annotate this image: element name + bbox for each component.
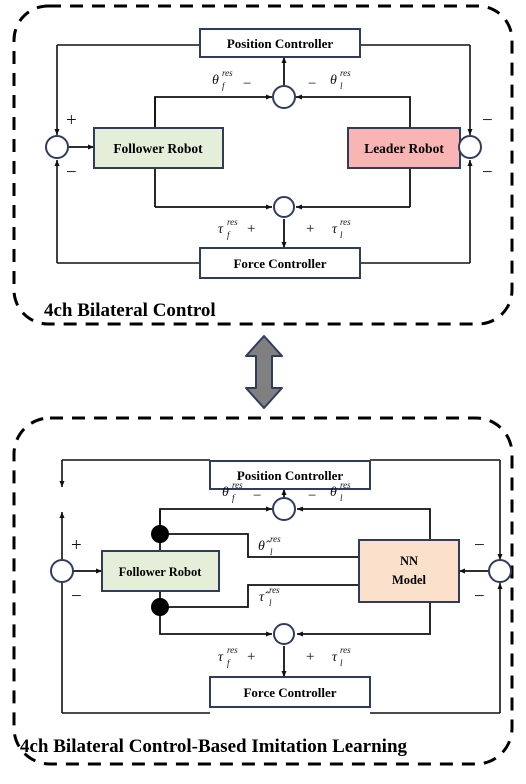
svg-text:θ: θ bbox=[330, 485, 337, 500]
top-left-sum-sign-bottom: − bbox=[66, 162, 77, 183]
svg-text:res: res bbox=[340, 480, 351, 490]
bottom-signal-theta-l-hat: θ̂ l res bbox=[258, 534, 281, 557]
bottom-follower-robot[interactable]: Follower Robot bbox=[101, 550, 220, 592]
bottom-nn-model[interactable]: NN Model bbox=[358, 539, 460, 603]
svg-text:θ̂: θ̂ bbox=[258, 539, 271, 554]
top-left-sum-sign-top: + bbox=[66, 110, 77, 131]
top-force-controller-label: Force Controller bbox=[233, 256, 326, 271]
top-panel: Position Controller Force Controller Fol… bbox=[12, 4, 514, 326]
bottom-nn-model-label-line2: Model bbox=[392, 573, 427, 587]
bottom-right-sum-sign-top: − bbox=[474, 535, 485, 556]
bottom-signal-tau-l: τ l res bbox=[332, 645, 351, 668]
top-follower-robot-label: Follower Robot bbox=[113, 141, 203, 156]
svg-text:res: res bbox=[227, 645, 238, 655]
svg-text:f: f bbox=[232, 493, 236, 503]
bottom-panel: Position Controller Force Controller Fol… bbox=[12, 416, 514, 766]
bottom-branch-dot-force bbox=[151, 598, 169, 616]
svg-text:res: res bbox=[222, 68, 233, 78]
bottom-position-controller-label: Position Controller bbox=[237, 468, 344, 483]
svg-text:f: f bbox=[227, 658, 231, 668]
svg-text:res: res bbox=[340, 68, 351, 78]
svg-text:res: res bbox=[269, 585, 280, 595]
top-leader-robot[interactable]: Leader Robot bbox=[347, 127, 461, 169]
svg-text:f: f bbox=[222, 81, 226, 91]
bottom-force-sign-left: + bbox=[247, 649, 255, 665]
top-signal-tau-l: τ l res bbox=[332, 217, 351, 240]
top-force-sign-left: + bbox=[247, 221, 255, 237]
bottom-right-summing-junction bbox=[488, 559, 512, 583]
top-right-sum-sign-top: − bbox=[482, 110, 493, 131]
bottom-left-sum-sign-bottom: − bbox=[71, 586, 82, 607]
top-right-summing-junction bbox=[458, 135, 482, 159]
svg-text:l: l bbox=[340, 493, 343, 503]
svg-text:τ: τ bbox=[332, 650, 338, 665]
top-leader-robot-label: Leader Robot bbox=[364, 141, 444, 156]
top-right-sum-sign-bottom: − bbox=[482, 162, 493, 183]
bottom-force-sign-right: + bbox=[306, 649, 314, 665]
bottom-force-summing-junction bbox=[273, 623, 295, 645]
svg-text:l: l bbox=[340, 81, 343, 91]
bottom-left-sum-sign-top: + bbox=[71, 535, 82, 556]
top-position-controller-label: Position Controller bbox=[227, 36, 334, 51]
top-pos-sign-left: − bbox=[243, 76, 251, 92]
svg-text:θ: θ bbox=[222, 485, 229, 500]
bottom-left-summing-junction bbox=[50, 559, 74, 583]
bottom-right-sum-sign-bottom: − bbox=[474, 586, 485, 607]
top-panel-caption: 4ch Bilateral Control bbox=[44, 300, 216, 321]
bottom-position-summing-junction bbox=[272, 497, 296, 521]
top-left-summing-junction bbox=[45, 135, 69, 159]
bottom-pos-sign-right: − bbox=[308, 488, 316, 504]
svg-text:τ: τ bbox=[218, 650, 224, 665]
bottom-follower-robot-label: Follower Robot bbox=[119, 565, 203, 579]
top-force-sign-right: + bbox=[306, 221, 314, 237]
top-force-summing-junction bbox=[273, 196, 295, 218]
svg-text:res: res bbox=[340, 217, 351, 227]
svg-text:τ: τ bbox=[218, 222, 224, 237]
top-follower-robot[interactable]: Follower Robot bbox=[93, 127, 224, 169]
top-signal-theta-l: θ l res bbox=[330, 68, 351, 91]
top-signal-tau-f: τ f res bbox=[218, 217, 238, 240]
top-force-controller[interactable]: Force Controller bbox=[199, 247, 361, 279]
top-position-summing-junction bbox=[272, 85, 296, 109]
figure-canvas: Position Controller Force Controller Fol… bbox=[0, 0, 526, 784]
svg-text:res: res bbox=[227, 217, 238, 227]
bottom-signal-tau-f: τ f res bbox=[218, 645, 238, 668]
svg-text:l: l bbox=[340, 658, 343, 668]
svg-text:l: l bbox=[270, 547, 273, 557]
svg-text:res: res bbox=[270, 534, 281, 544]
top-position-controller[interactable]: Position Controller bbox=[199, 28, 361, 58]
top-signal-theta-f: θ f res bbox=[212, 68, 233, 91]
bottom-signal-tau-l-hat: τ̂ l res bbox=[259, 585, 280, 608]
diagram-svg: Position Controller Force Controller Fol… bbox=[12, 4, 514, 766]
svg-text:l: l bbox=[269, 598, 272, 608]
bottom-branch-dot-position bbox=[151, 525, 169, 543]
svg-text:f: f bbox=[227, 230, 231, 240]
bottom-nn-model-label-line1: NN bbox=[400, 554, 418, 568]
svg-text:θ: θ bbox=[330, 73, 337, 88]
bottom-panel-caption: 4ch Bilateral Control-Based Imitation Le… bbox=[20, 736, 408, 757]
bottom-force-controller[interactable]: Force Controller bbox=[209, 676, 371, 708]
svg-text:l: l bbox=[340, 230, 343, 240]
swap-double-arrow-icon bbox=[245, 335, 283, 409]
bottom-force-controller-label: Force Controller bbox=[243, 685, 336, 700]
svg-text:res: res bbox=[340, 645, 351, 655]
svg-text:res: res bbox=[232, 480, 243, 490]
top-pos-sign-right: − bbox=[308, 76, 316, 92]
bottom-pos-sign-left: − bbox=[253, 488, 261, 504]
svg-text:τ: τ bbox=[332, 222, 338, 237]
svg-text:θ: θ bbox=[212, 73, 219, 88]
